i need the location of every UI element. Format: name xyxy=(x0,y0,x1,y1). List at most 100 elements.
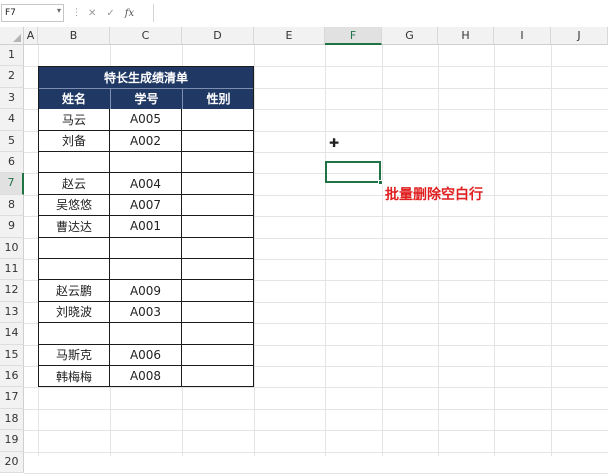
table-cell[interactable] xyxy=(182,237,254,259)
table-header-cell: 学号 xyxy=(110,87,182,110)
row-header-3[interactable]: 3 xyxy=(0,87,24,110)
formula-bar: F7 ▾ ⋮ ✕ ✓ fx xyxy=(0,0,608,28)
name-box[interactable]: F7 ▾ xyxy=(1,4,64,22)
table-cell[interactable] xyxy=(38,323,110,345)
table-border xyxy=(38,386,254,388)
table-cell[interactable] xyxy=(38,152,110,174)
table-cell[interactable]: 马斯克 xyxy=(38,344,110,366)
grid-hline xyxy=(24,387,608,389)
column-header-j[interactable]: J xyxy=(551,27,608,45)
table-cell[interactable]: A003 xyxy=(110,301,182,324)
table-cell[interactable] xyxy=(110,259,182,281)
grid-hline xyxy=(24,408,608,410)
table-border xyxy=(38,66,254,68)
table-cell[interactable] xyxy=(182,259,254,281)
table-cell[interactable] xyxy=(182,344,254,366)
table-header-cell: 姓名 xyxy=(38,87,110,110)
row-header-6[interactable]: 6 xyxy=(0,152,24,174)
select-all-corner[interactable] xyxy=(0,27,24,45)
column-header-a[interactable]: A xyxy=(24,27,38,45)
table-cell[interactable] xyxy=(38,259,110,281)
grid-vline xyxy=(325,45,326,456)
row-header-16[interactable]: 16 xyxy=(0,366,24,388)
row-header-5[interactable]: 5 xyxy=(0,130,24,152)
active-cell-selection[interactable] xyxy=(325,161,381,183)
fill-handle[interactable] xyxy=(378,180,383,185)
table-cell[interactable]: 吴悠悠 xyxy=(38,194,110,217)
table-cell[interactable]: A002 xyxy=(110,130,182,152)
table-cell[interactable]: 马云 xyxy=(38,109,110,131)
column-header-f[interactable]: F xyxy=(325,27,382,45)
column-header-d[interactable]: D xyxy=(182,27,254,45)
table-cell[interactable] xyxy=(182,130,254,152)
row-header-10[interactable]: 10 xyxy=(0,237,24,259)
table-cell[interactable]: A009 xyxy=(110,280,182,302)
grid-vline xyxy=(382,45,383,456)
table-cell[interactable] xyxy=(182,301,254,324)
table-cell[interactable] xyxy=(182,152,254,174)
table-cell[interactable]: A006 xyxy=(110,344,182,366)
table-cell[interactable]: 曹达达 xyxy=(38,216,110,238)
row-header-19[interactable]: 19 xyxy=(0,430,24,452)
row-header-18[interactable]: 18 xyxy=(0,408,24,431)
table-cell[interactable] xyxy=(182,216,254,238)
table-cell[interactable]: A007 xyxy=(110,194,182,217)
table-cell[interactable]: 刘晓波 xyxy=(38,301,110,324)
table-cell[interactable]: 韩梅梅 xyxy=(38,366,110,388)
formula-bar-grip-icon[interactable]: ⋮ xyxy=(72,8,81,18)
table-cell[interactable] xyxy=(110,237,182,259)
enter-icon[interactable]: ✓ xyxy=(106,8,114,19)
row-header-8[interactable]: 8 xyxy=(0,194,24,217)
name-box-dropdown-icon[interactable]: ▾ xyxy=(57,6,61,15)
cancel-icon[interactable]: ✕ xyxy=(88,8,96,19)
column-header-e[interactable]: E xyxy=(254,27,325,45)
row-header-17[interactable]: 17 xyxy=(0,387,24,409)
table-cell[interactable] xyxy=(182,366,254,388)
row-header-7[interactable]: 7 xyxy=(0,173,24,195)
table-border xyxy=(38,66,39,388)
table-cell[interactable]: A001 xyxy=(110,216,182,238)
row-header-13[interactable]: 13 xyxy=(0,301,24,324)
row-header-9[interactable]: 9 xyxy=(0,216,24,238)
cell-cursor-icon: ✚ xyxy=(329,136,340,150)
grid-vline xyxy=(438,45,439,456)
insert-function-icon[interactable]: fx xyxy=(125,8,134,19)
column-header-h[interactable]: H xyxy=(438,27,494,45)
table-title: 特长生成绩清单 xyxy=(38,66,254,88)
row-header-2[interactable]: 2 xyxy=(0,66,24,88)
formula-bar-buttons: ✕ ✓ fx xyxy=(88,4,150,22)
table-cell[interactable] xyxy=(182,323,254,345)
table-cell[interactable] xyxy=(38,237,110,259)
column-header-b[interactable]: B xyxy=(38,27,110,45)
table-cell[interactable] xyxy=(182,194,254,217)
table-cell[interactable] xyxy=(182,280,254,302)
table-cell[interactable]: A004 xyxy=(110,173,182,195)
column-header-c[interactable]: C xyxy=(110,27,182,45)
column-header-i[interactable]: I xyxy=(494,27,551,45)
row-header-14[interactable]: 14 xyxy=(0,323,24,345)
table-cell[interactable]: 赵云鹏 xyxy=(38,280,110,302)
table-cell[interactable]: A005 xyxy=(110,109,182,131)
formula-input[interactable] xyxy=(153,4,608,22)
table-cell[interactable]: 刘备 xyxy=(38,130,110,152)
table-header-cell: 性别 xyxy=(182,87,254,110)
table-cell[interactable] xyxy=(110,323,182,345)
row-header-1[interactable]: 1 xyxy=(0,45,24,67)
grid-hline xyxy=(24,430,608,432)
table-cell[interactable]: 赵云 xyxy=(38,173,110,195)
select-all-icon xyxy=(13,34,21,42)
table-cell[interactable]: A008 xyxy=(110,366,182,388)
table-cell[interactable] xyxy=(182,109,254,131)
row-header-4[interactable]: 4 xyxy=(0,109,24,131)
table-cell[interactable] xyxy=(182,173,254,195)
row-header-11[interactable]: 11 xyxy=(0,259,24,281)
name-box-value: F7 xyxy=(5,8,16,18)
column-header-g[interactable]: G xyxy=(382,27,438,45)
table-cell[interactable] xyxy=(110,152,182,174)
row-header-12[interactable]: 12 xyxy=(0,280,24,302)
grid-vline xyxy=(551,45,552,456)
row-header-15[interactable]: 15 xyxy=(0,344,24,366)
grid-hline xyxy=(24,451,608,453)
row-header-20[interactable]: 20 xyxy=(0,451,24,473)
annotation-text: 批量删除空白行 xyxy=(385,187,483,203)
